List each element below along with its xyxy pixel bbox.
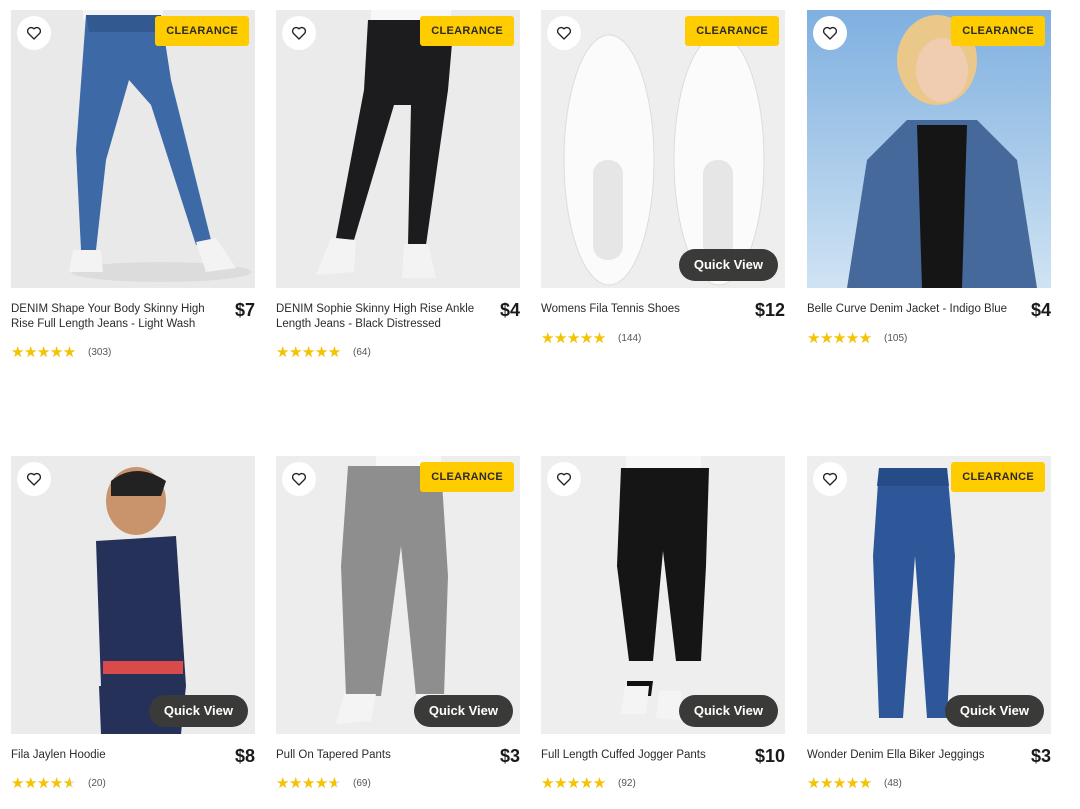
product-rating: ★★★★★ ★★★★★ (64) — [276, 344, 371, 360]
product-image[interactable]: CLEARANCE — [11, 10, 255, 288]
product-title[interactable]: Full Length Cuffed Jogger Pants — [541, 748, 746, 763]
product-rating: ★★★★★ ★★★★★ (69) — [276, 775, 371, 791]
clearance-badge: CLEARANCE — [420, 16, 514, 46]
product-title[interactable]: Belle Curve Denim Jacket - Indigo Blue — [807, 302, 1012, 317]
review-count: (303) — [88, 346, 112, 358]
star-rating-icon: ★★★★★ ★★★★★ — [11, 775, 76, 791]
review-count: (48) — [884, 777, 902, 789]
product-photo-hoodie — [11, 456, 255, 734]
clearance-badge: CLEARANCE — [155, 16, 249, 46]
review-count: (64) — [353, 346, 371, 358]
heart-outline-icon — [556, 26, 572, 40]
product-title[interactable]: Pull On Tapered Pants — [276, 748, 481, 763]
star-rating-icon: ★★★★★ ★★★★★ — [276, 344, 341, 360]
heart-outline-icon — [822, 472, 838, 486]
product-photo-tennis-shoes — [541, 10, 785, 288]
product-title[interactable]: Womens Fila Tennis Shoes — [541, 302, 746, 317]
product-image[interactable]: CLEARANCE — [276, 10, 520, 288]
product-title[interactable]: DENIM Shape Your Body Skinny High Rise F… — [11, 302, 216, 332]
star-rating-icon: ★★★★★ ★★★★★ — [541, 330, 606, 346]
quick-view-button[interactable]: Quick View — [148, 695, 248, 727]
heart-outline-icon — [291, 472, 307, 486]
product-image[interactable]: Quick View — [541, 456, 785, 734]
product-title[interactable]: Fila Jaylen Hoodie — [11, 748, 216, 763]
favorite-button[interactable] — [17, 462, 51, 496]
product-price: $10 — [754, 746, 785, 766]
review-count: (69) — [353, 777, 371, 789]
product-photo-denim-jacket — [807, 10, 1051, 288]
product-price: $4 — [1030, 300, 1051, 320]
product-image[interactable]: CLEARANCE Quick View — [276, 456, 520, 734]
product-price: $3 — [499, 746, 520, 766]
favorite-button[interactable] — [547, 462, 581, 496]
clearance-badge: CLEARANCE — [685, 16, 779, 46]
star-rating-icon: ★★★★★ ★★★★★ — [807, 330, 872, 346]
favorite-button[interactable] — [547, 16, 581, 50]
quick-view-button[interactable]: Quick View — [944, 695, 1044, 727]
product-price: $4 — [499, 300, 520, 320]
favorite-button[interactable] — [813, 16, 847, 50]
review-count: (92) — [618, 777, 636, 789]
heart-outline-icon — [26, 472, 42, 486]
product-rating: ★★★★★ ★★★★★ (92) — [541, 775, 636, 791]
review-count: (144) — [618, 332, 642, 344]
product-price: $8 — [234, 746, 255, 766]
star-rating-icon: ★★★★★ ★★★★★ — [541, 775, 606, 791]
clearance-badge: CLEARANCE — [951, 16, 1045, 46]
star-rating-icon: ★★★★★ ★★★★★ — [11, 344, 76, 360]
favorite-button[interactable] — [282, 462, 316, 496]
quick-view-button[interactable]: Quick View — [678, 249, 778, 281]
favorite-button[interactable] — [17, 16, 51, 50]
review-count: (105) — [884, 332, 908, 344]
product-image[interactable]: CLEARANCE Quick View — [541, 10, 785, 288]
clearance-badge: CLEARANCE — [420, 462, 514, 492]
product-grid: CLEARANCE DENIM Shape Your Body Skinny H… — [0, 0, 1080, 809]
product-rating: ★★★★★ ★★★★★ (20) — [11, 775, 106, 791]
star-rating-icon: ★★★★★ ★★★★★ — [807, 775, 872, 791]
product-rating: ★★★★★ ★★★★★ (144) — [541, 330, 641, 346]
product-rating: ★★★★★ ★★★★★ (48) — [807, 775, 902, 791]
star-rating-icon: ★★★★★ ★★★★★ — [276, 775, 341, 791]
product-image[interactable]: CLEARANCE Quick View — [807, 456, 1051, 734]
product-photo-jeans — [11, 10, 255, 288]
heart-outline-icon — [556, 472, 572, 486]
product-title[interactable]: Wonder Denim Ella Biker Jeggings — [807, 748, 1012, 763]
quick-view-button[interactable]: Quick View — [678, 695, 778, 727]
product-photo-black-jeans — [276, 10, 520, 288]
product-price: $7 — [234, 300, 255, 320]
product-image[interactable]: CLEARANCE — [807, 10, 1051, 288]
product-image[interactable]: Quick View — [11, 456, 255, 734]
heart-outline-icon — [26, 26, 42, 40]
quick-view-button[interactable]: Quick View — [413, 695, 513, 727]
favorite-button[interactable] — [813, 462, 847, 496]
product-rating: ★★★★★ ★★★★★ (105) — [807, 330, 907, 346]
clearance-badge: CLEARANCE — [951, 462, 1045, 492]
heart-outline-icon — [822, 26, 838, 40]
product-photo-jeggings — [807, 456, 1051, 734]
favorite-button[interactable] — [282, 16, 316, 50]
product-photo-jogger-pants — [541, 456, 785, 734]
review-count: (20) — [88, 777, 106, 789]
product-title[interactable]: DENIM Sophie Skinny High Rise Ankle Leng… — [276, 302, 481, 332]
product-photo-tapered-pants — [276, 456, 520, 734]
product-price: $3 — [1030, 746, 1051, 766]
product-price: $12 — [754, 300, 785, 320]
product-rating: ★★★★★ ★★★★★ (303) — [11, 344, 111, 360]
heart-outline-icon — [291, 26, 307, 40]
